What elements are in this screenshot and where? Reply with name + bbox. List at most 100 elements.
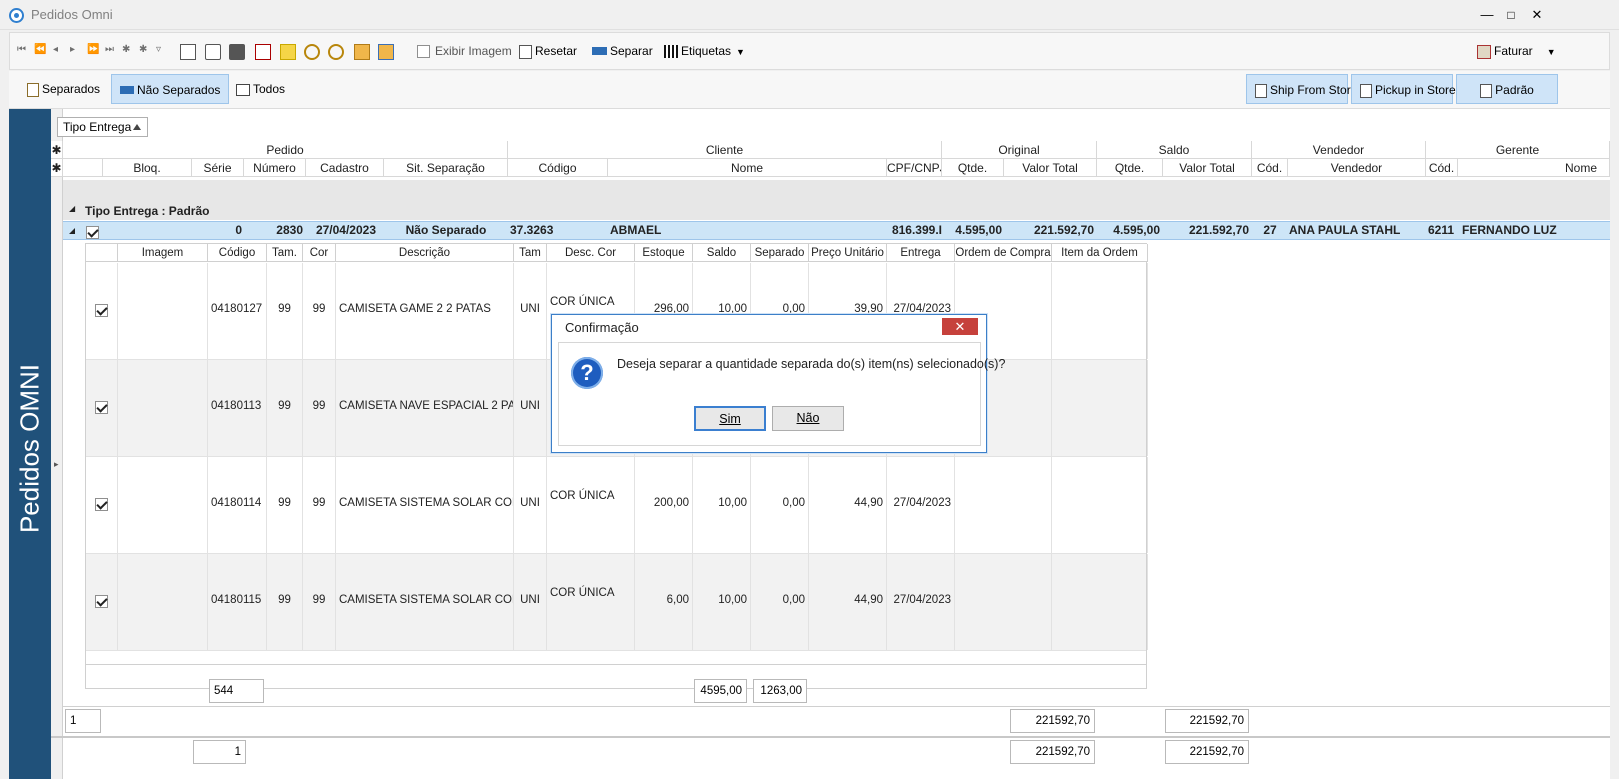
item-checkbox[interactable] <box>86 360 118 456</box>
item-ordem-compra <box>955 457 1052 553</box>
nav-prev-icon[interactable]: ◂ <box>53 44 58 55</box>
col-saldo-qtde[interactable]: Qtde. <box>1097 159 1163 177</box>
item-descricao: CAMISETA NAVE ESPACIAL 2 PATAS <box>336 360 514 456</box>
col-original-qtde[interactable]: Qtde. <box>942 159 1004 177</box>
cell-saldo-valor: 221.592,70 <box>1188 223 1249 237</box>
dialog-body: ? Deseja separar a quantidade separada d… <box>558 342 1005 446</box>
collapse-icon[interactable]: ◢ <box>69 204 75 213</box>
list-item[interactable]: 04180115 99 99 CAMISETA SISTEMA SOLAR CO… <box>86 554 1148 651</box>
item-tam2: UNI <box>514 360 547 456</box>
sub-col-entrega[interactable]: Entrega <box>887 244 955 262</box>
tab-separados[interactable]: Separados <box>19 74 108 104</box>
col-gerente-cod[interactable]: Cód. <box>1426 159 1458 177</box>
col-saldo-valor[interactable]: Valor Total <box>1163 159 1252 177</box>
item-preco: 44,90 <box>809 554 887 650</box>
no-label: Não <box>796 411 820 425</box>
tab-nao-separados[interactable]: Não Separados <box>111 74 230 104</box>
tab-padrao[interactable]: Padrão <box>1456 74 1558 104</box>
nav-next-page-icon[interactable]: ⏩ <box>87 44 99 55</box>
item-item-ordem <box>1052 263 1148 359</box>
item-image <box>118 263 208 359</box>
sub-col-separado[interactable]: Separado <box>751 244 809 262</box>
item-codigo: 04180113 <box>208 360 267 456</box>
sub-col-codigo[interactable]: Código <box>208 244 267 262</box>
tab-pickup-in-store-label: Pickup in Store <box>1375 83 1456 97</box>
nav-first-icon[interactable]: ⏮ <box>17 44 26 55</box>
nav-filter-icon[interactable]: ▿ <box>156 44 161 55</box>
export-icon[interactable] <box>378 33 397 69</box>
sub-col-descricao[interactable]: Descrição <box>336 244 514 262</box>
faturar-button[interactable]: Faturar ▼ <box>1477 33 1556 69</box>
item-descricao: CAMISETA SISTEMA SOLAR CORES 2 <box>336 554 514 650</box>
etiquetas-button[interactable]: Etiquetas ▼ <box>664 33 745 69</box>
col-cpf-cnpj[interactable]: CPF/CNPJ <box>887 159 942 177</box>
tab-ship-from-store-label: Ship From Store <box>1270 83 1358 97</box>
pdf-icon[interactable] <box>255 33 274 69</box>
maximize-button[interactable]: □ <box>1498 3 1524 27</box>
close-button[interactable]: ✕ <box>1524 3 1550 27</box>
col-original-valor[interactable]: Valor Total <box>1004 159 1097 177</box>
separar-label: Separar <box>610 44 653 58</box>
sub-col-tam[interactable]: Tam. <box>267 244 303 262</box>
sub-col-preco[interactable]: Preço Unitário <box>809 244 887 262</box>
sub-col-estoque[interactable]: Estoque <box>635 244 693 262</box>
no-button[interactable]: Não <box>772 406 844 431</box>
nav-last-icon[interactable]: ⏭ <box>105 44 114 55</box>
print-icon[interactable] <box>229 33 248 69</box>
item-checkbox[interactable] <box>86 457 118 553</box>
dialog-close-button[interactable]: ✕ <box>942 318 978 335</box>
exibir-imagem-checkbox[interactable]: Exibir Imagem <box>417 33 512 69</box>
properties-icon[interactable] <box>180 33 199 69</box>
yes-button[interactable]: Sim <box>694 406 766 431</box>
item-separado[interactable]: 0,00 <box>751 457 809 553</box>
separar-button[interactable]: Separar <box>592 33 653 69</box>
sub-col-tam2[interactable]: Tam <box>514 244 547 262</box>
sub-col-saldo[interactable]: Saldo <box>693 244 751 262</box>
col-bloq[interactable]: Bloq. <box>103 159 192 177</box>
col-sit-separacao[interactable]: Sit. Separação <box>384 159 508 177</box>
nav-insert-icon[interactable]: ✱ <box>122 44 130 55</box>
minimize-button[interactable]: — <box>1474 3 1500 27</box>
tab-pickup-in-store[interactable]: Pickup in Store <box>1351 74 1456 104</box>
zoom-out-icon[interactable] <box>328 33 347 69</box>
col-cliente-codigo[interactable]: Código <box>508 159 608 177</box>
nav-prev-page-icon[interactable]: ⏪ <box>34 44 46 55</box>
grid-icon[interactable] <box>354 33 373 69</box>
group-by-tipo-entrega[interactable]: Tipo Entrega <box>57 117 148 137</box>
col-vendedor-nome[interactable]: Vendedor <box>1288 159 1426 177</box>
col-cliente-nome[interactable]: Nome <box>608 159 887 177</box>
sub-col-desc-cor[interactable]: Desc. Cor <box>547 244 635 262</box>
nav-delete-icon[interactable]: ✱ <box>139 44 147 55</box>
item-separado[interactable]: 0,00 <box>751 554 809 650</box>
document-icon <box>1480 83 1493 98</box>
sub-col-ordem-compra[interactable]: Ordem de Compra <box>955 244 1052 262</box>
resetar-button[interactable]: Resetar <box>519 33 577 69</box>
preview-icon[interactable] <box>205 33 224 69</box>
col-vendedor-cod[interactable]: Cód. <box>1252 159 1288 177</box>
item-item-ordem <box>1052 360 1148 456</box>
cell-sit-separacao: Não Separado <box>405 223 487 237</box>
col-cadastro[interactable]: Cadastro <box>306 159 384 177</box>
detail-expander[interactable]: ▸ <box>51 109 63 779</box>
row-checkbox[interactable] <box>86 224 104 241</box>
table-row[interactable]: ◢ 0 2830 27/04/2023 Não Separado 37.3263… <box>63 221 1610 240</box>
item-item-ordem <box>1052 457 1148 553</box>
list-item[interactable]: 04180114 99 99 CAMISETA SISTEMA SOLAR CO… <box>86 457 1148 554</box>
email-icon[interactable] <box>280 33 299 69</box>
tab-ship-from-store[interactable]: Ship From Store <box>1246 74 1357 104</box>
item-codigo: 04180114 <box>208 457 267 553</box>
sub-col-item-ordem[interactable]: Item da Ordem <box>1052 244 1148 262</box>
tab-todos[interactable]: Todos <box>228 74 293 104</box>
col-numero[interactable]: Número <box>244 159 306 177</box>
item-checkbox[interactable] <box>86 263 118 359</box>
item-checkbox[interactable] <box>86 554 118 650</box>
sub-col-imagem[interactable]: Imagem <box>118 244 208 262</box>
sub-col-cor[interactable]: Cor <box>303 244 336 262</box>
cell-saldo-qtde: 4.595,00 <box>1113 223 1160 237</box>
col-serie[interactable]: Série <box>192 159 244 177</box>
col-gerente-nome[interactable]: Nome <box>1458 159 1610 177</box>
zoom-in-icon[interactable] <box>304 33 323 69</box>
nav-next-icon[interactable]: ▸ <box>70 44 75 55</box>
group-row[interactable]: ◢ Tipo Entrega : Padrão <box>63 180 1610 220</box>
expand-icon[interactable]: ◢ <box>69 222 75 239</box>
